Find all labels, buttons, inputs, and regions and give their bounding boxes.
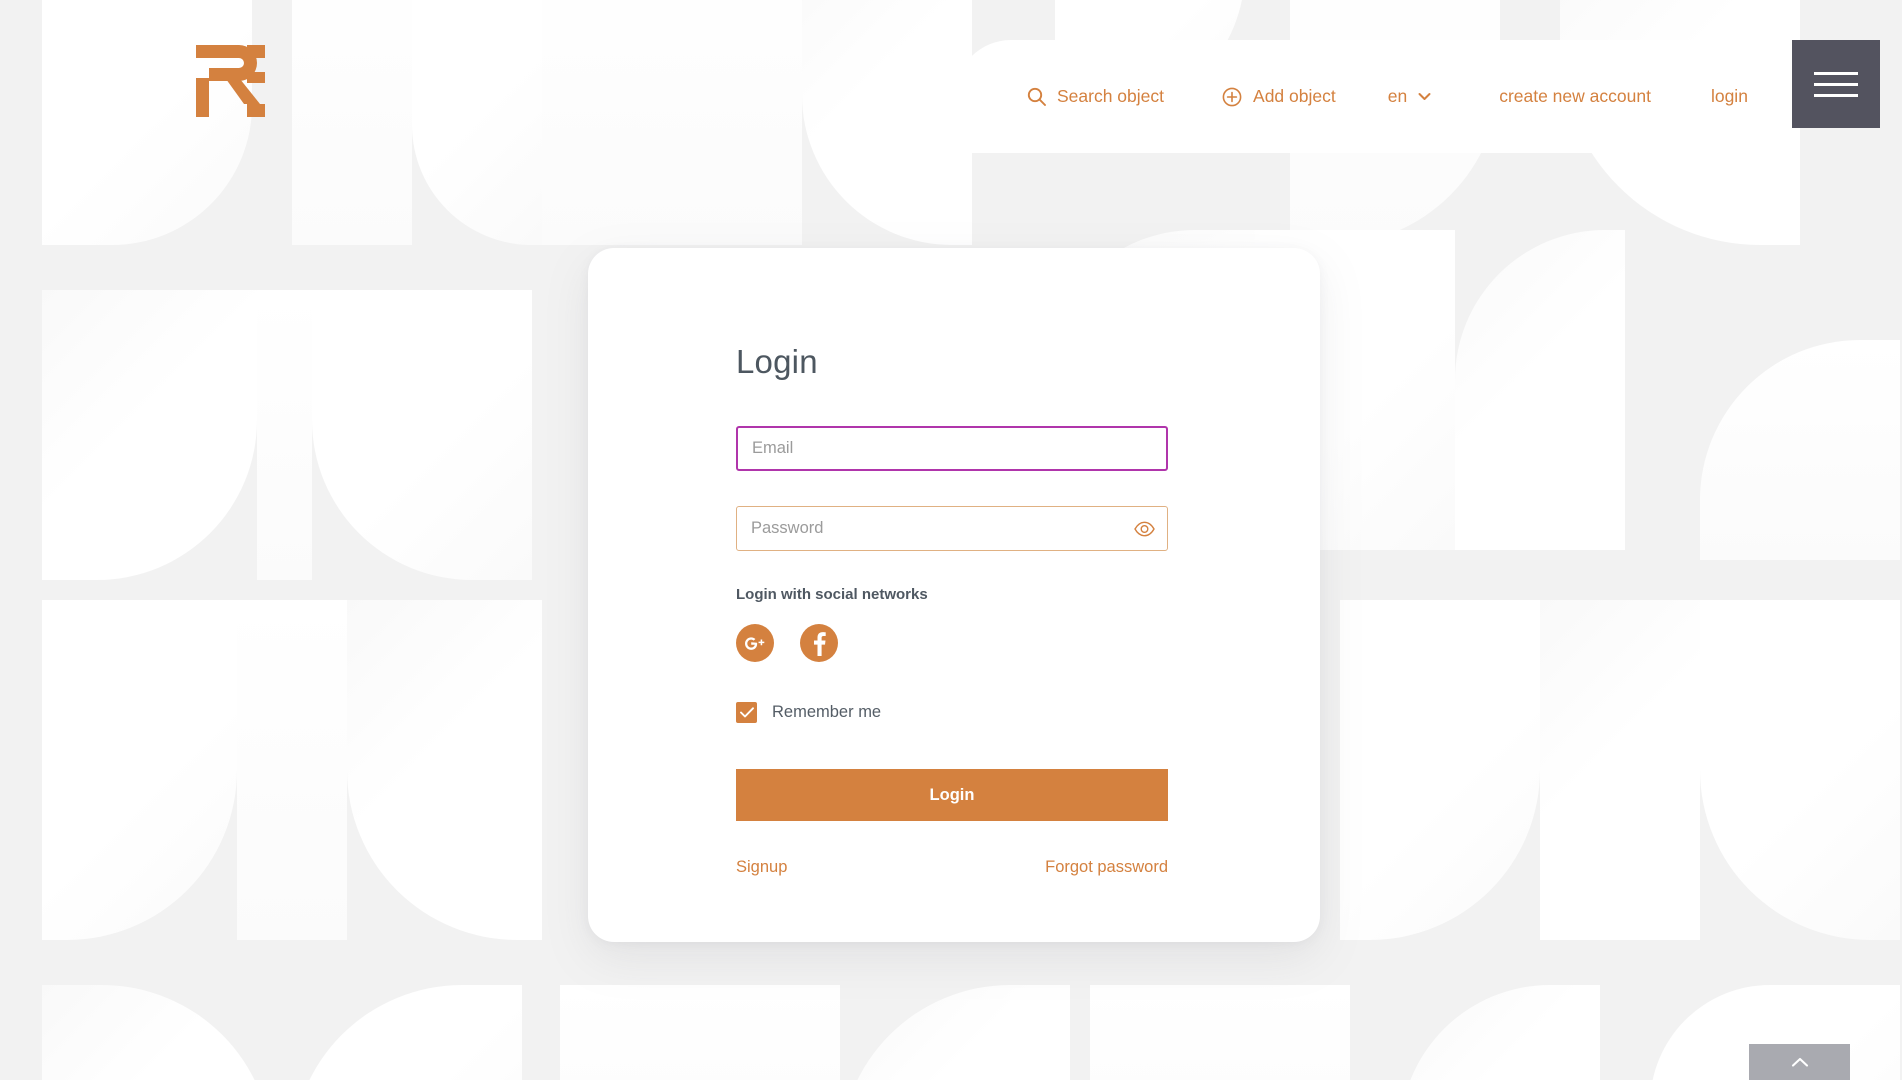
- nav-create-new-account[interactable]: create new account: [1499, 86, 1651, 107]
- re-logo[interactable]: [196, 45, 274, 117]
- bg-shape: [802, 0, 972, 245]
- plus-circle-icon: [1222, 87, 1242, 107]
- bg-shape: [412, 0, 542, 245]
- bg-shape: [560, 985, 840, 1080]
- scroll-to-top-button[interactable]: [1749, 1044, 1850, 1080]
- bg-shape: [840, 985, 1070, 1080]
- bg-shape: [312, 290, 532, 580]
- re-logo-icon: [196, 45, 265, 117]
- search-icon: [1027, 87, 1046, 106]
- chevron-down-icon: [1418, 92, 1431, 101]
- menu-bar: [1814, 71, 1858, 75]
- nav-login-label: login: [1710, 86, 1748, 106]
- bg-shape: [542, 0, 802, 245]
- bg-shape: [1090, 985, 1350, 1080]
- social-login-buttons: [736, 624, 1168, 662]
- login-submit-button[interactable]: Login: [736, 769, 1168, 821]
- bg-shape: [1700, 340, 1900, 560]
- nav-add-object[interactable]: Add object: [1222, 86, 1336, 107]
- bg-shape: [1400, 985, 1600, 1080]
- bg-shape: [1340, 600, 1540, 940]
- top-navigation-bar: Search object Add object en create new a…: [955, 40, 1795, 153]
- google-plus-icon[interactable]: [736, 624, 774, 662]
- chevron-up-icon: [1791, 1057, 1808, 1067]
- bg-shape: [42, 290, 257, 580]
- menu-icon[interactable]: [1792, 40, 1880, 128]
- nav-search-object[interactable]: Search object: [1027, 86, 1164, 107]
- bg-shape: [292, 985, 522, 1080]
- bg-shape: [1455, 230, 1625, 550]
- forgot-password-link[interactable]: Forgot password: [1045, 858, 1168, 877]
- nav-search-object-label: Search object: [1057, 86, 1165, 106]
- remember-me-row: Remember me: [736, 702, 1168, 723]
- nav-language-selector[interactable]: en: [1388, 86, 1431, 107]
- login-page: Search object Add object en create new a…: [0, 0, 1902, 1080]
- nav-items: Search object Add object en create new a…: [955, 86, 1748, 107]
- social-login-label: Login with social networks: [736, 586, 928, 603]
- bg-shape: [347, 600, 542, 940]
- bg-shape: [292, 0, 412, 245]
- check-icon: [739, 707, 754, 718]
- bg-shape: [1540, 600, 1700, 940]
- login-form: Login Login with social networks: [736, 343, 1168, 877]
- facebook-icon[interactable]: [800, 624, 838, 662]
- password-field: [736, 506, 1168, 551]
- nav-add-object-label: Add object: [1253, 86, 1336, 106]
- remember-me-checkbox[interactable]: [736, 702, 757, 723]
- bg-shape: [237, 600, 347, 940]
- signup-link[interactable]: Signup: [736, 858, 787, 877]
- bg-shape: [257, 290, 312, 580]
- bg-shape: [42, 600, 237, 940]
- email-field: [736, 426, 1168, 471]
- login-card: Login Login with social networks: [588, 248, 1320, 942]
- nav-language-label: en: [1387, 86, 1408, 106]
- eye-icon[interactable]: [1134, 521, 1155, 536]
- card-links: Signup Forgot password: [736, 858, 1168, 877]
- nav-login[interactable]: login: [1711, 86, 1748, 107]
- nav-create-new-account-label: create new account: [1499, 86, 1651, 106]
- email-input[interactable]: [736, 426, 1168, 471]
- bg-shape: [42, 985, 272, 1080]
- bg-shape: [42, 0, 252, 245]
- password-input[interactable]: [736, 506, 1168, 551]
- bg-shape: [1700, 600, 1900, 940]
- remember-me-label: Remember me: [772, 703, 882, 721]
- page-title: Login: [736, 343, 818, 380]
- menu-bar: [1814, 93, 1858, 97]
- menu-bar: [1814, 82, 1858, 86]
